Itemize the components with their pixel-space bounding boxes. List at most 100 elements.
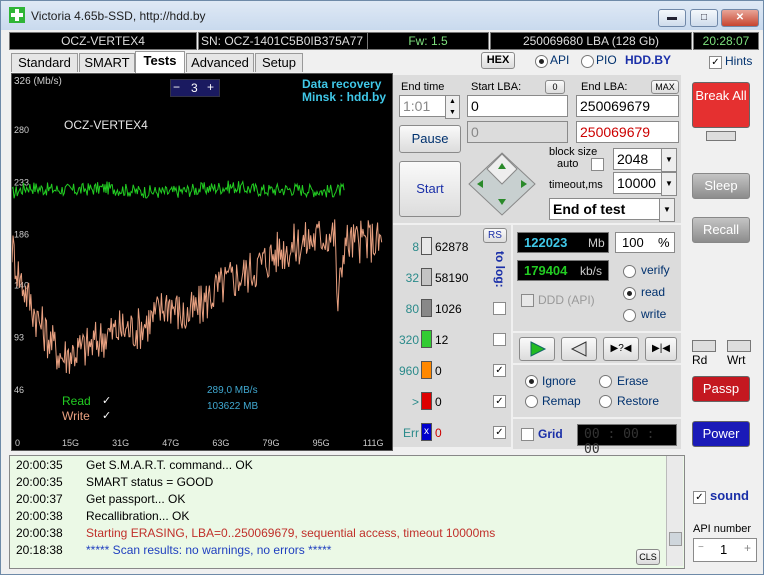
log-time: 20:00:38: [16, 526, 63, 540]
x-tick-label: 15G: [62, 438, 79, 448]
api-label: API: [550, 53, 570, 67]
api-minus-icon[interactable]: −: [698, 542, 704, 553]
back-button[interactable]: [561, 337, 597, 361]
log-scrollbar[interactable]: [666, 456, 683, 566]
direction-pad[interactable]: [467, 151, 537, 217]
auto-checkbox[interactable]: [591, 158, 604, 171]
clear-log-button[interactable]: CLS: [636, 549, 660, 565]
log-scroll-thumb[interactable]: [669, 532, 682, 546]
grid-checkbox[interactable]: [521, 428, 534, 441]
graph-size: 103622 MB: [207, 401, 259, 412]
sleep-button[interactable]: Sleep: [692, 173, 750, 199]
end-time-input[interactable]: 1:01: [399, 95, 446, 117]
erase-radio[interactable]: [599, 375, 612, 388]
drive-serial: SN: OCZ-1401C5B0IB375A77: [198, 32, 368, 50]
to-log-checkbox[interactable]: ✓: [493, 426, 506, 439]
stat-color-block: [421, 392, 432, 410]
end-lba-label: End LBA:: [581, 81, 628, 93]
speed-graph: 280 233 186 140 93 46 0 15G 31G 47G 63G 79G 95G 111G …: [11, 73, 393, 451]
counter-minus-button[interactable]: −: [173, 80, 180, 94]
stat-label: 960: [398, 364, 419, 378]
sound-label: sound: [710, 488, 749, 503]
rs-button[interactable]: RS: [483, 228, 507, 243]
pio-radio[interactable]: [581, 55, 594, 68]
end-lba-current: 250069679: [576, 121, 679, 143]
to-log-checkbox[interactable]: ✓: [493, 364, 506, 377]
write-series-line: [12, 219, 383, 374]
block-size-dropdown-icon[interactable]: ▼: [661, 148, 677, 172]
api-number-spinner[interactable]: − 1 +: [693, 538, 757, 562]
mb-box: 122023 Mb: [517, 232, 609, 253]
site-link[interactable]: HDD.BY: [625, 53, 671, 67]
start-button[interactable]: Start: [399, 161, 461, 217]
log-time: 20:00:38: [16, 509, 63, 523]
stat-color-block: [421, 299, 432, 317]
timeout-dropdown-icon[interactable]: ▼: [661, 172, 677, 196]
to-log-checkbox[interactable]: [493, 333, 506, 346]
start-lba-input[interactable]: 0: [467, 95, 568, 117]
tab-standard[interactable]: Standard: [11, 53, 78, 72]
log-message: Recallibration... OK: [86, 509, 190, 523]
stat-count: 58190: [435, 271, 469, 285]
tab-tests[interactable]: Tests: [135, 51, 185, 73]
counter-value: 3: [191, 81, 198, 95]
x-tick-label: 111G: [363, 438, 384, 448]
y-unit-label: 326 (Mb/s): [14, 76, 62, 87]
ignore-radio[interactable]: [525, 375, 538, 388]
api-radio[interactable]: [535, 55, 548, 68]
to-log-checkbox[interactable]: [493, 302, 506, 315]
end-time-spinner[interactable]: ▲ ▼: [445, 95, 460, 119]
break-all-button[interactable]: Break All: [692, 82, 750, 128]
stat-count: 1026: [435, 302, 462, 316]
end-action-dropdown-icon[interactable]: ▼: [659, 198, 675, 222]
sound-checkbox[interactable]: ✓: [693, 491, 706, 504]
maximize-button[interactable]: □: [690, 9, 718, 27]
restore-radio[interactable]: [599, 395, 612, 408]
hints-checkbox[interactable]: ✓: [709, 56, 722, 69]
skip-question-button[interactable]: ▶?◀: [603, 337, 639, 361]
end-skip-button[interactable]: ▶|◀: [645, 337, 677, 361]
y-tick-label: 233: [14, 177, 29, 187]
to-log-checkbox[interactable]: ✓: [493, 395, 506, 408]
legend-read-check-icon: ✓: [102, 395, 112, 407]
pause-button[interactable]: Pause: [399, 125, 461, 153]
read-radio[interactable]: [623, 287, 636, 300]
tab-setup[interactable]: Setup: [255, 53, 303, 72]
grid-label: Grid: [538, 427, 563, 441]
legend-write-check-icon: ✓: [102, 410, 112, 422]
block-size-select[interactable]: 2048: [613, 148, 666, 170]
close-button[interactable]: ✕: [721, 9, 759, 27]
log-line: 20:00:35 SMART status = GOOD: [16, 475, 213, 492]
x-tick-label: 31G: [112, 438, 129, 448]
start-lba-zero-button[interactable]: 0: [545, 80, 565, 94]
power-button[interactable]: Power: [692, 421, 750, 447]
tab-smart[interactable]: SMART: [79, 53, 135, 72]
tab-advanced[interactable]: Advanced: [186, 53, 254, 72]
minimize-button[interactable]: ▬: [658, 9, 686, 27]
hex-button[interactable]: HEX: [481, 52, 515, 69]
play-button[interactable]: [519, 337, 555, 361]
verify-radio[interactable]: [623, 265, 636, 278]
timeout-select[interactable]: 10000: [613, 172, 666, 194]
counter-plus-button[interactable]: +: [207, 80, 214, 94]
remap-radio[interactable]: [525, 395, 538, 408]
log-time: 20:00:35: [16, 475, 63, 489]
write-radio[interactable]: [623, 309, 636, 322]
recall-button[interactable]: Recall: [692, 217, 750, 243]
stat-color-block: [421, 268, 432, 286]
stat-count: 62878: [435, 240, 469, 254]
log-panel: 20:00:35 Get S.M.A.R.T. command... OK 20:0…: [9, 455, 685, 569]
passport-button[interactable]: Passp: [692, 376, 750, 402]
drive-firmware: Fw: 1.5: [367, 32, 489, 50]
ddd-checkbox[interactable]: [521, 294, 534, 307]
window-title: Victoria 4.65b-SSD, http://hdd.by: [31, 9, 206, 23]
start-lba-current: 0: [467, 121, 568, 143]
end-lba-max-button[interactable]: MAX: [651, 80, 679, 94]
api-number-label: API number: [693, 523, 752, 535]
end-lba-input[interactable]: 250069679: [576, 95, 679, 117]
end-action-select[interactable]: End of test: [549, 198, 664, 220]
stat-color-block: x: [421, 423, 432, 441]
api-plus-icon[interactable]: +: [744, 541, 751, 555]
x-tick-label: 79G: [263, 438, 280, 448]
stat-label: 80: [405, 302, 419, 316]
